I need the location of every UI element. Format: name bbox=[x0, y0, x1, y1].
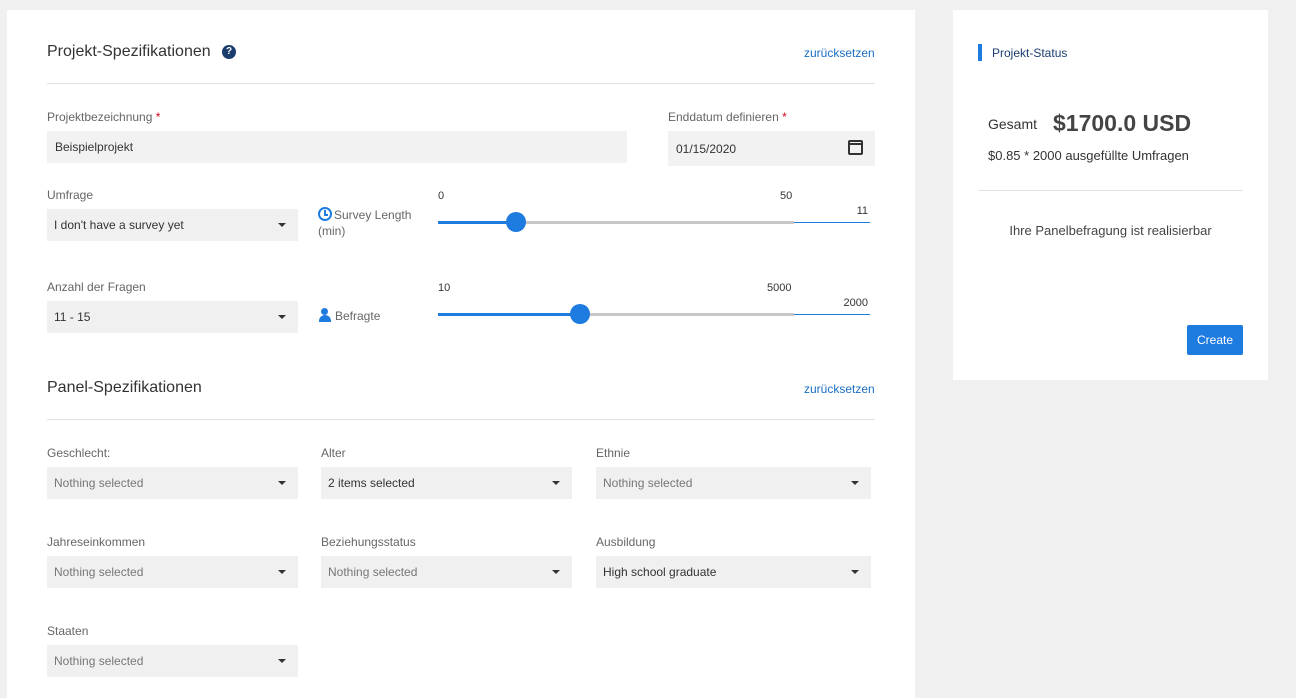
relationship-select[interactable]: Nothing selected bbox=[321, 556, 572, 588]
panel-specs-reset-link[interactable]: zurücksetzen bbox=[804, 382, 875, 396]
age-label: Alter bbox=[321, 446, 346, 460]
feasibility-message: Ihre Panelbefragung ist realisierbar bbox=[1009, 223, 1212, 238]
chevron-down-icon bbox=[278, 315, 286, 319]
questions-select-value: 11 - 15 bbox=[54, 310, 91, 324]
gender-select-value: Nothing selected bbox=[54, 476, 144, 490]
slider-thumb[interactable] bbox=[569, 304, 590, 324]
states-label: Staaten bbox=[47, 624, 89, 638]
ethnicity-label: Ethnie bbox=[596, 446, 631, 460]
calendar-icon[interactable] bbox=[848, 140, 863, 155]
income-select[interactable]: Nothing selected bbox=[47, 556, 298, 588]
survey-select[interactable]: I don't have a survey yet bbox=[47, 209, 298, 241]
slider-fill bbox=[438, 221, 517, 224]
chevron-down-icon bbox=[552, 481, 560, 485]
end-date-value: 01/15/2020 bbox=[676, 141, 737, 156]
states-select-value: Nothing selected bbox=[54, 654, 144, 668]
project-name-label: Projektbezeichnung * bbox=[47, 110, 161, 124]
survey-length-slider[interactable] bbox=[438, 212, 794, 232]
question-circle-icon[interactable]: ? bbox=[222, 45, 236, 59]
respondents-min-label: 10 bbox=[438, 282, 451, 294]
survey-length-input[interactable]: 11 bbox=[794, 205, 870, 223]
divider bbox=[47, 83, 875, 84]
end-date-label: Enddatum definieren * bbox=[668, 110, 787, 124]
chevron-down-icon bbox=[278, 570, 286, 574]
ethnicity-select-value: Nothing selected bbox=[603, 476, 693, 490]
divider bbox=[978, 190, 1243, 191]
clock-icon bbox=[318, 207, 332, 221]
chevron-down-icon bbox=[278, 223, 286, 227]
total-label: Gesamt bbox=[988, 116, 1038, 132]
chevron-down-icon bbox=[278, 481, 286, 485]
panel-specs-title: Panel-Spezifikationen bbox=[47, 379, 202, 396]
divider bbox=[47, 419, 875, 420]
education-label: Ausbildung bbox=[596, 535, 656, 549]
chevron-down-icon bbox=[851, 481, 859, 485]
education-select[interactable]: High school graduate bbox=[596, 556, 871, 588]
states-select[interactable]: Nothing selected bbox=[47, 645, 298, 677]
gender-select[interactable]: Nothing selected bbox=[47, 467, 298, 499]
chevron-down-icon bbox=[851, 570, 859, 574]
chevron-down-icon bbox=[278, 659, 286, 663]
project-specs-reset-link[interactable]: zurücksetzen bbox=[804, 46, 875, 60]
gender-label: Geschlecht: bbox=[47, 446, 111, 460]
respondents-slider[interactable] bbox=[438, 304, 794, 324]
age-select[interactable]: 2 items selected bbox=[321, 467, 572, 499]
cost-breakdown: $0.85 * 2000 ausgefüllte Umfragen bbox=[988, 148, 1189, 163]
slider-fill bbox=[438, 313, 580, 316]
person-icon bbox=[318, 308, 332, 322]
survey-length-min-label: 0 bbox=[438, 190, 445, 202]
survey-length-max-label: 50 bbox=[780, 190, 793, 202]
income-select-value: Nothing selected bbox=[54, 565, 144, 579]
respondents-max-label: 5000 bbox=[767, 282, 792, 294]
survey-length-label: Survey Length (min) bbox=[318, 207, 412, 238]
status-accent-bar bbox=[978, 44, 982, 61]
questions-label: Anzahl der Fragen bbox=[47, 280, 146, 294]
create-button[interactable]: Create bbox=[1187, 325, 1243, 355]
survey-label: Umfrage bbox=[47, 188, 94, 202]
project-specs-title: Projekt-Spezifikationen bbox=[47, 43, 211, 60]
income-label: Jahreseinkommen bbox=[47, 535, 146, 549]
chevron-down-icon bbox=[552, 570, 560, 574]
respondents-label: Befragte bbox=[318, 308, 380, 324]
total-value: $1700.0 USD bbox=[1053, 110, 1192, 136]
end-date-input[interactable]: 01/15/2020 bbox=[668, 131, 875, 166]
relationship-label: Beziehungsstatus bbox=[321, 535, 416, 549]
age-select-value: 2 items selected bbox=[328, 476, 415, 490]
education-select-value: High school graduate bbox=[603, 565, 717, 579]
questions-select[interactable]: 11 - 15 bbox=[47, 301, 298, 333]
ethnicity-select[interactable]: Nothing selected bbox=[596, 467, 871, 499]
survey-select-value: I don't have a survey yet bbox=[54, 218, 184, 232]
project-name-input[interactable]: Beispielprojekt bbox=[47, 131, 627, 163]
relationship-select-value: Nothing selected bbox=[328, 565, 418, 579]
respondents-input[interactable]: 2000 bbox=[794, 297, 870, 315]
status-title: Projekt-Status bbox=[992, 46, 1068, 60]
